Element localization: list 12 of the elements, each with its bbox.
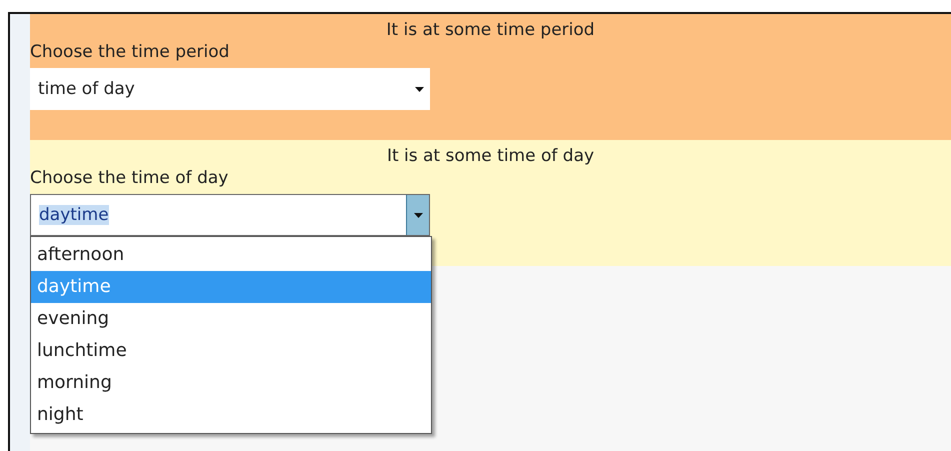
panel-heading: It is at some time of day <box>386 146 594 166</box>
dropdown-option[interactable]: evening <box>31 303 431 335</box>
caret-icon <box>414 86 424 92</box>
dropdown-option[interactable]: afternoon <box>31 239 431 271</box>
dropdown-option[interactable]: morning <box>31 367 431 399</box>
field-label: Choose the time period <box>30 42 230 62</box>
dropdown-field[interactable]: time of day <box>30 68 430 110</box>
panel-heading: It is at some time period <box>386 20 595 40</box>
field-label: Choose the time of day <box>30 168 228 188</box>
caret-icon <box>414 212 422 218</box>
dropdown-option[interactable]: lunchtime <box>31 335 431 367</box>
dropdown-option[interactable]: night <box>31 399 431 431</box>
